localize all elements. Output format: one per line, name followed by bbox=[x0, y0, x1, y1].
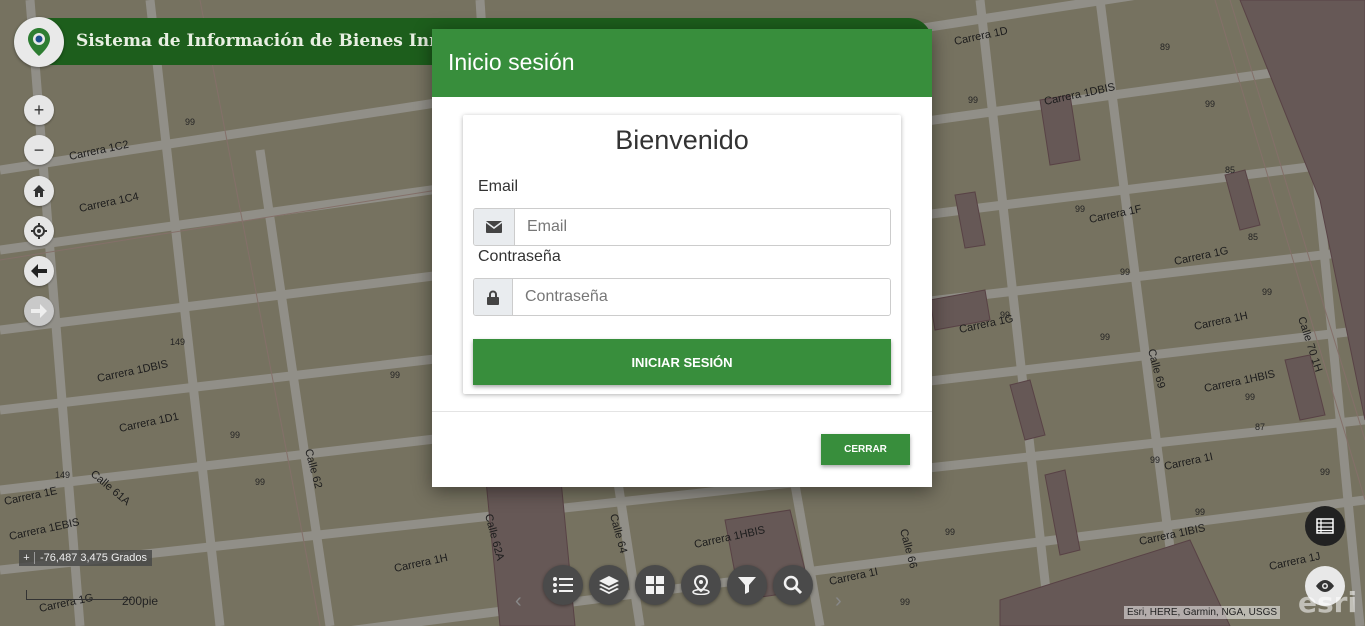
login-button[interactable]: INICIAR SESIÓN bbox=[473, 339, 891, 385]
previous-extent-button[interactable] bbox=[24, 256, 54, 286]
password-input[interactable] bbox=[513, 279, 890, 315]
grid-icon bbox=[646, 576, 664, 594]
filter-button[interactable] bbox=[727, 565, 767, 605]
envelope-icon bbox=[474, 209, 515, 245]
filter-icon bbox=[738, 577, 756, 594]
map-marker-icon bbox=[692, 575, 710, 595]
list-button[interactable] bbox=[543, 565, 583, 605]
map-attribution: Esri, HERE, Garmin, NGA, USGS bbox=[1124, 606, 1281, 619]
next-extent-button[interactable] bbox=[24, 296, 54, 326]
esri-logo: esri bbox=[1298, 586, 1358, 619]
location-button[interactable] bbox=[681, 565, 721, 605]
toolbar-scroll-left-icon[interactable]: ‹ bbox=[515, 590, 522, 613]
email-input[interactable] bbox=[515, 209, 890, 245]
scale-label: 200pie bbox=[122, 594, 159, 608]
app-title: Sistema de Información de Bienes Inmu bbox=[76, 31, 446, 51]
email-field-group bbox=[473, 208, 891, 246]
layers-button[interactable] bbox=[589, 565, 629, 605]
home-button[interactable] bbox=[24, 176, 54, 206]
layers-icon bbox=[599, 576, 619, 594]
search-button[interactable] bbox=[773, 565, 813, 605]
list-icon bbox=[553, 577, 573, 593]
toolbar-scroll-right-icon[interactable]: › bbox=[835, 590, 842, 613]
locate-button[interactable] bbox=[24, 216, 54, 246]
password-field-group bbox=[473, 278, 891, 316]
coordinate-toggle-icon[interactable]: + bbox=[19, 552, 35, 564]
login-modal: Inicio sesión Bienvenido Email Contraseñ… bbox=[432, 29, 932, 487]
zoom-out-button[interactable]: − bbox=[24, 135, 54, 165]
password-label: Contraseña bbox=[478, 248, 561, 265]
welcome-heading: Bienvenido bbox=[615, 125, 749, 155]
minus-icon: − bbox=[33, 139, 45, 160]
search-icon bbox=[783, 575, 803, 595]
coordinate-display: + -76,487 3,475 Grados bbox=[19, 550, 153, 566]
modal-title: Inicio sesión bbox=[432, 29, 932, 97]
home-icon bbox=[33, 185, 45, 197]
legend-button[interactable] bbox=[1305, 506, 1345, 546]
coordinate-text: -76,487 3,475 Grados bbox=[40, 552, 148, 564]
table-list-icon bbox=[1316, 518, 1334, 534]
scale-bar bbox=[26, 590, 132, 600]
close-button[interactable]: CERRAR bbox=[821, 434, 910, 465]
arrow-left-icon bbox=[31, 264, 47, 278]
zoom-in-button[interactable]: + bbox=[24, 95, 54, 125]
app-logo bbox=[14, 17, 64, 67]
plus-icon: + bbox=[33, 99, 45, 120]
basemap-gallery-button[interactable] bbox=[635, 565, 675, 605]
email-label: Email bbox=[478, 178, 519, 195]
lock-icon bbox=[474, 279, 513, 315]
bottom-toolbar bbox=[543, 565, 813, 609]
map-pin-icon bbox=[28, 28, 50, 56]
login-card: Bienvenido Email Contraseña INICIAR SESI… bbox=[463, 115, 901, 394]
crosshair-icon bbox=[31, 223, 47, 239]
modal-divider bbox=[432, 411, 932, 412]
arrow-right-icon bbox=[31, 304, 47, 318]
